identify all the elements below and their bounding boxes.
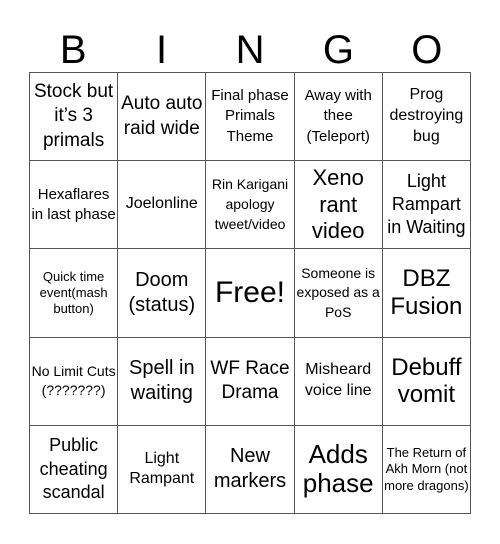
bingo-cell[interactable]: Final phase Primals Theme	[206, 73, 295, 162]
bingo-cell[interactable]: Light Rampart in Waiting	[382, 161, 471, 250]
bingo-cell[interactable]: Joelonline	[118, 161, 207, 250]
bingo-cell[interactable]: Spell in waiting	[118, 337, 207, 426]
header-letter-g: G	[322, 28, 354, 72]
bingo-cell[interactable]: Debuff vomit	[382, 337, 471, 426]
bingo-cell[interactable]: Light Rampant	[118, 425, 207, 514]
header-letter-o: O	[411, 28, 443, 72]
bingo-cell[interactable]: Prog destroying bug	[382, 73, 471, 162]
bingo-cell[interactable]: Stock but it’s 3 primals	[30, 73, 119, 162]
bingo-grid: Stock but it’s 3 primals Auto auto raid …	[29, 72, 471, 514]
header-letter-i: I	[156, 28, 168, 72]
header-letter-b: B	[59, 28, 87, 72]
bingo-cell[interactable]: Rin Karigani apology tweet/video	[206, 161, 295, 250]
bingo-cell[interactable]: DBZ Fusion	[382, 249, 471, 338]
free-space[interactable]: Free!	[206, 249, 295, 338]
bingo-header: B I N G O	[29, 28, 471, 72]
bingo-cell[interactable]: Someone is exposed as a PoS	[294, 249, 383, 338]
bingo-cell[interactable]: Public cheating scandal	[30, 425, 119, 514]
bingo-cell[interactable]: The Return of Akh Morn (not more dragons…	[382, 425, 471, 514]
bingo-cell[interactable]: Adds phase	[294, 425, 383, 514]
bingo-cell[interactable]: Quick time event(mash button)	[30, 249, 119, 338]
bingo-cell[interactable]: Away with thee (Teleport)	[294, 73, 383, 162]
bingo-cell[interactable]: WF Race Drama	[206, 337, 295, 426]
bingo-cell[interactable]: Misheard voice line	[294, 337, 383, 426]
bingo-cell[interactable]: Xeno rant video	[294, 161, 383, 250]
bingo-cell[interactable]: Hexaflares in last phase	[30, 161, 119, 250]
bingo-cell[interactable]: New markers	[206, 425, 295, 514]
header-letter-n: N	[235, 28, 265, 72]
bingo-cell[interactable]: Auto auto raid wide	[118, 73, 207, 162]
bingo-cell[interactable]: No Limit Cuts (???????)	[30, 337, 119, 426]
bingo-cell[interactable]: Doom (status)	[118, 249, 207, 338]
